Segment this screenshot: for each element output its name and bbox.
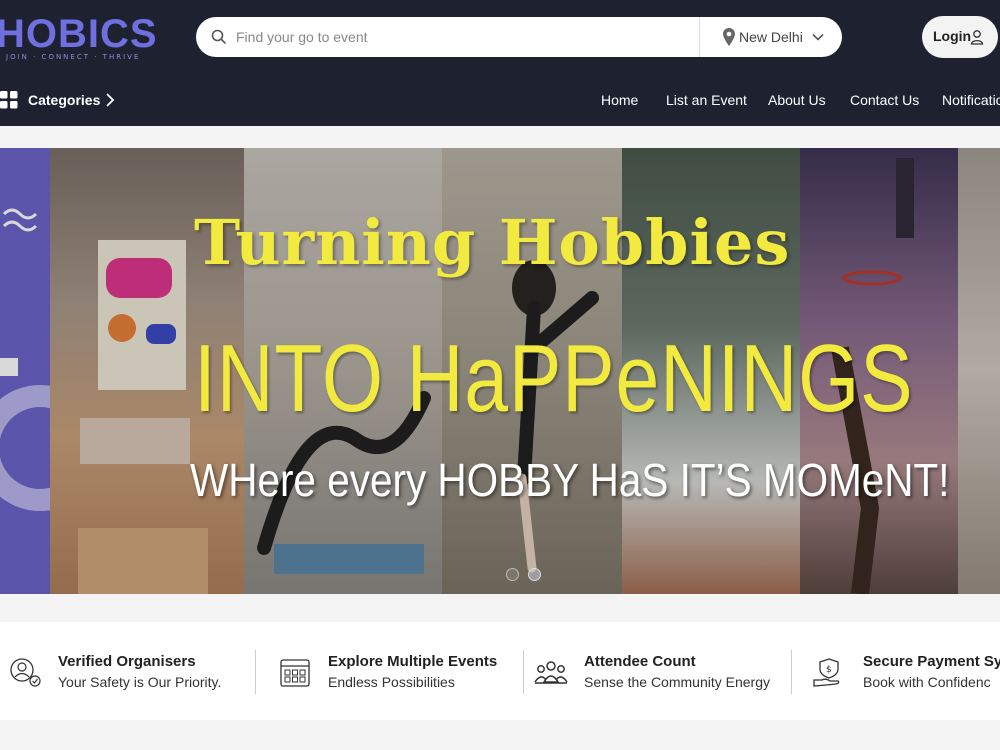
search-divider (699, 17, 700, 57)
feature-attendee-count: Attendee Count Sense the Community Energ… (524, 622, 792, 720)
nav-list-event[interactable]: List an Event (666, 92, 747, 108)
user-icon (970, 30, 984, 45)
location-select[interactable]: New Delhi (739, 29, 803, 45)
search-icon[interactable] (210, 28, 228, 46)
secure-payment-icon: $ (813, 658, 840, 687)
feature-title: Verified Organisers (58, 653, 196, 670)
search-bar: New Delhi (196, 17, 842, 57)
feature-title: Explore Multiple Events (328, 653, 498, 670)
search-input[interactable] (236, 26, 676, 48)
login-label: Login (933, 28, 972, 44)
hero-heading: Turning Hobbies (194, 206, 791, 279)
hero-tagline: WHere every HOBBY HaS IT’S MOMeNT! (190, 454, 950, 506)
feature-subtitle: Endless Possibilities (328, 674, 455, 690)
features-bar: Verified Organisers Your Safety is Our P… (0, 622, 1000, 720)
calendar-grid-icon (280, 659, 310, 687)
feature-verified-organisers: Verified Organisers Your Safety is Our P… (0, 622, 255, 720)
categories-menu[interactable]: Categories (28, 92, 100, 108)
chevron-right-icon[interactable] (103, 92, 117, 108)
feature-subtitle: Your Safety is Our Priority. (58, 674, 222, 690)
feature-title: Attendee Count (584, 653, 696, 670)
categories-grid-icon[interactable] (0, 91, 18, 109)
carousel-dot-2[interactable] (528, 568, 541, 581)
logo-tagline: JOIN · CONNECT · THRIVE (6, 53, 141, 61)
top-header: HOBICS JOIN · CONNECT · THRIVE New Delhi… (0, 0, 1000, 126)
feature-explore-events: Explore Multiple Events Endless Possibil… (256, 622, 524, 720)
nav-about[interactable]: About Us (768, 92, 826, 108)
logo[interactable]: HOBICS (0, 12, 158, 57)
nav-notifications[interactable]: Notificatio (942, 92, 1000, 108)
feature-subtitle: Book with Confidenc (863, 674, 991, 690)
feature-subtitle: Sense the Community Energy (584, 674, 770, 690)
hero-banner[interactable]: Turning Hobbies INTO HaPPeNINGS WHere ev… (0, 148, 1000, 594)
chevron-down-icon[interactable] (811, 30, 825, 44)
nav-home[interactable]: Home (601, 92, 638, 108)
people-group-icon (534, 661, 568, 684)
carousel-dot-1[interactable] (506, 568, 519, 581)
verified-organiser-icon (10, 658, 41, 687)
hero-subheading: INTO HaPPeNINGS (194, 325, 914, 432)
login-button[interactable]: Login (922, 16, 998, 58)
feature-secure-payment: $ Secure Payment Sy Book with Confidenc (792, 622, 1000, 720)
nav-contact[interactable]: Contact Us (850, 92, 919, 108)
feature-title: Secure Payment Sy (863, 653, 1000, 670)
location-pin-icon (723, 28, 735, 46)
svg-text:$: $ (826, 665, 832, 675)
